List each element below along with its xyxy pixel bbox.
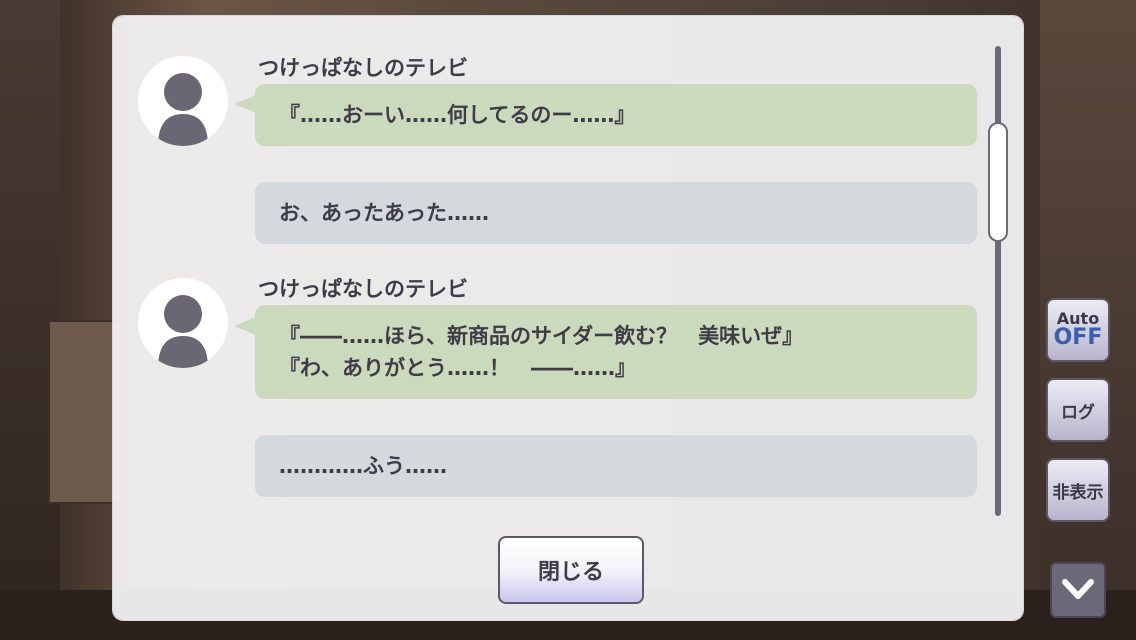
narration-line: …………ふう…… [279,454,447,478]
background-shelf [48,320,122,504]
close-button-label: 閉じる [537,560,604,585]
log-button[interactable]: ログ [1046,378,1110,442]
speech-bubble-tail [234,95,256,113]
dialogue-bubble: 『……おーい……何してるのー……』 [255,84,977,146]
auto-button[interactable]: Auto OFF [1046,298,1110,362]
speaker-name: つけっぱなしのテレビ [258,56,468,80]
narration-line: お、あったあった…… [279,201,489,225]
hide-button[interactable]: 非表示 [1046,458,1110,522]
narration-bubble: …………ふう…… [255,435,977,497]
dialogue-line: 『わ、ありがとう……！ ――……』 [279,356,636,380]
avatar-silhouette-icon [158,295,208,368]
scrollbar-track[interactable] [995,46,1001,516]
dialogue-bubble: 『――……ほら、新商品のサイダー飲む？ 美味いぜ』 『わ、ありがとう……！ ――… [255,305,977,399]
speaker-name: つけっぱなしのテレビ [258,277,468,301]
close-button[interactable]: 閉じる [498,536,644,604]
hide-label: 非表示 [1052,482,1104,503]
narration-bubble: お、あったあった…… [255,182,977,244]
dialogue-line: 『――……ほら、新商品のサイダー飲む？ 美味いぜ』 [279,324,804,348]
speech-bubble-tail [234,317,256,335]
backlog-dialog: つけっぱなしのテレビ 『……おーい……何してるのー……』 お、あったあった…… … [113,16,1023,620]
scrollbar-thumb[interactable] [988,122,1008,242]
chevron-down-icon [1062,579,1094,599]
dialogue-line: 『……おーい……何してるのー……』 [279,103,636,127]
speaker-avatar [138,278,228,368]
scroll-down-button[interactable] [1050,562,1106,618]
avatar-silhouette-icon [158,73,208,146]
auto-state: OFF [1053,325,1103,350]
log-label: ログ [1061,402,1095,423]
speaker-avatar [138,56,228,146]
